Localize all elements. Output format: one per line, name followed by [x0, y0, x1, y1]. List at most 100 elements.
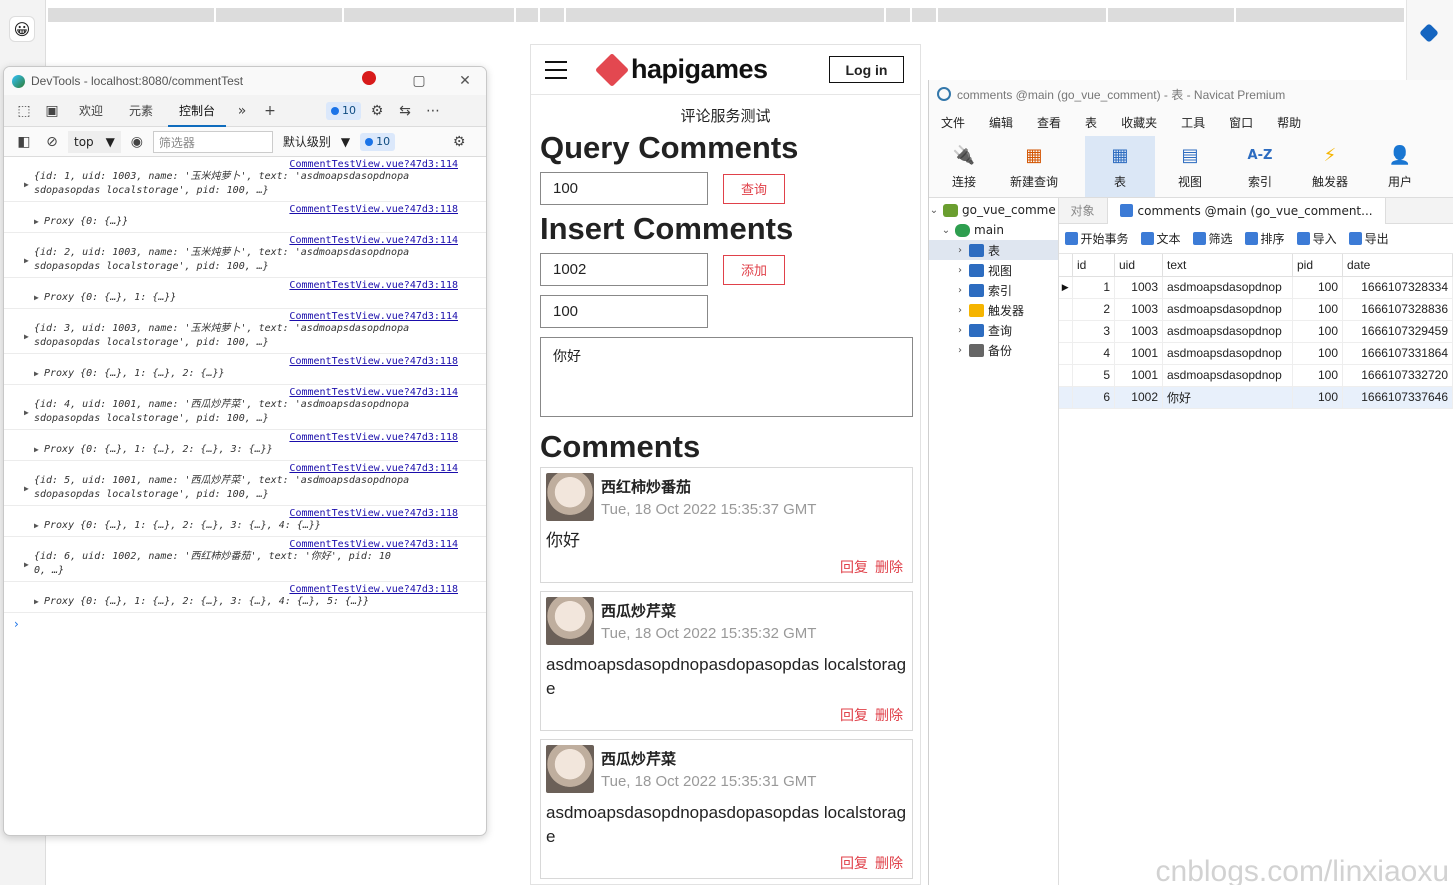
menu-item[interactable]: 文件: [929, 114, 977, 131]
log-message[interactable]: ▶ {id: 6, uid: 1002, name: '西红柿炒番茄', text…: [24, 550, 478, 578]
table-cell[interactable]: 1666107331864: [1342, 342, 1453, 365]
table-row[interactable]: 3 1003 asdmoapsdasopdnop 100 1666107329459: [1058, 320, 1453, 343]
menu-item[interactable]: 编辑: [977, 114, 1025, 131]
log-message[interactable]: ▶ Proxy {0: {…}, 1: {…}, 2: {…}, 3: {…}}: [34, 443, 478, 457]
table-cell[interactable]: asdmoapsdasopdnop: [1162, 342, 1293, 365]
column-header[interactable]: pid: [1292, 254, 1343, 277]
settings-gear-icon[interactable]: ⚙: [365, 99, 389, 123]
context-select[interactable]: top ▼: [68, 130, 121, 153]
expand-triangle-icon[interactable]: ▶: [24, 558, 29, 572]
add-button[interactable]: 添加: [723, 254, 785, 285]
table-cell[interactable]: 100: [1292, 298, 1343, 321]
table-cell[interactable]: 100: [1292, 364, 1343, 387]
uid-input[interactable]: 1002: [540, 253, 708, 286]
table-cell[interactable]: 1003: [1114, 320, 1163, 343]
log-source-link[interactable]: CommentTestView.vue?47d3:118: [44, 508, 478, 519]
log-source-link[interactable]: CommentTestView.vue?47d3:114: [34, 539, 478, 550]
log-source-link[interactable]: CommentTestView.vue?47d3:114: [34, 387, 478, 398]
reply-button[interactable]: 回复: [840, 856, 868, 872]
menu-item[interactable]: 查看: [1025, 114, 1073, 131]
tree-item[interactable]: › 备份: [929, 340, 1058, 360]
table-cell[interactable]: 1666107332720: [1342, 364, 1453, 387]
toolbar-new-query-button[interactable]: ▦ 新建查询: [999, 136, 1069, 197]
table-cell[interactable]: 3: [1072, 320, 1115, 343]
filter-input[interactable]: 筛选器: [152, 130, 273, 153]
log-level-select[interactable]: 默认级别 ▼: [277, 133, 356, 150]
action-export[interactable]: 导出: [1348, 230, 1389, 247]
more-tabs-icon[interactable]: »: [230, 99, 254, 123]
site-logo[interactable]: hapigames: [595, 52, 768, 87]
toolbar-view-button[interactable]: ▤ 视图: [1155, 136, 1225, 197]
tree-item[interactable]: › 索引: [929, 280, 1058, 300]
table-cell[interactable]: 1666107328334: [1342, 276, 1453, 299]
menu-item[interactable]: 窗口: [1217, 114, 1265, 131]
log-source-link[interactable]: CommentTestView.vue?47d3:118: [44, 356, 478, 367]
toolbar-table-button[interactable]: ▦ 表: [1085, 136, 1155, 197]
log-source-link[interactable]: CommentTestView.vue?47d3:118: [44, 432, 478, 443]
expand-triangle-icon[interactable]: ▶: [34, 291, 39, 305]
maximize-icon[interactable]: ▢: [404, 71, 434, 91]
table-cell[interactable]: 1003: [1114, 276, 1163, 299]
log-source-link[interactable]: CommentTestView.vue?47d3:114: [34, 311, 478, 322]
table-cell[interactable]: 6: [1072, 386, 1115, 409]
menu-item[interactable]: 收藏夹: [1109, 114, 1169, 131]
table-cell[interactable]: 1666107328836: [1342, 298, 1453, 321]
table-cell[interactable]: 4: [1072, 342, 1115, 365]
connect-icon[interactable]: ⇆: [393, 99, 417, 123]
table-cell[interactable]: asdmoapsdasopdnop: [1162, 364, 1293, 387]
clear-console-icon[interactable]: ⊘: [40, 130, 64, 154]
table-cell[interactable]: 1001: [1114, 342, 1163, 365]
log-message[interactable]: ▶ {id: 4, uid: 1001, name: '西瓜炒芹菜', text:…: [24, 398, 478, 426]
console-settings-icon[interactable]: ⚙: [447, 130, 471, 154]
log-source-link[interactable]: CommentTestView.vue?47d3:114: [34, 463, 478, 474]
expand-triangle-icon[interactable]: ▶: [24, 178, 29, 192]
log-message[interactable]: ▶ Proxy {0: {…}, 1: {…}, 2: {…}, 3: {…}, …: [34, 519, 478, 533]
table-row[interactable]: 2 1003 asdmoapsdasopdnop 100 1666107328836: [1058, 298, 1453, 321]
expand-triangle-icon[interactable]: ▶: [34, 443, 39, 457]
log-source-link[interactable]: CommentTestView.vue?47d3:114: [34, 159, 478, 170]
table-cell[interactable]: asdmoapsdasopdnop: [1162, 298, 1293, 321]
expand-triangle-icon[interactable]: ▶: [34, 595, 39, 609]
table-cell[interactable]: 1666107329459: [1342, 320, 1453, 343]
tree-item[interactable]: › 触发器: [929, 300, 1058, 320]
close-icon[interactable]: ✕: [450, 71, 480, 91]
table-cell[interactable]: 5: [1072, 364, 1115, 387]
login-button[interactable]: Log in: [829, 56, 904, 83]
table-cell[interactable]: 100: [1292, 342, 1343, 365]
action-sort[interactable]: 排序: [1244, 230, 1285, 247]
column-header[interactable]: uid: [1114, 254, 1163, 277]
expand-triangle-icon[interactable]: ▶: [34, 367, 39, 381]
expand-triangle-icon[interactable]: ▶: [34, 519, 39, 533]
issues-badge[interactable]: 10: [326, 101, 362, 120]
log-source-link[interactable]: CommentTestView.vue?47d3:114: [34, 235, 478, 246]
table-cell[interactable]: 你好: [1162, 386, 1293, 409]
action-text[interactable]: 文本: [1140, 230, 1181, 247]
tree-schema-main[interactable]: ⌄ main: [929, 220, 1058, 240]
tab-objects[interactable]: 对象: [1059, 198, 1107, 224]
log-message[interactable]: ▶ {id: 1, uid: 1003, name: '玉米炖萝卜', text:…: [24, 170, 478, 198]
comment-textarea[interactable]: 你好: [540, 337, 913, 417]
hamburger-menu-icon[interactable]: [545, 60, 567, 79]
delete-button[interactable]: 删除: [875, 708, 903, 724]
log-source-link[interactable]: CommentTestView.vue?47d3:118: [44, 280, 478, 291]
log-message[interactable]: ▶ {id: 3, uid: 1003, name: '玉米炖萝卜', text:…: [24, 322, 478, 350]
log-message[interactable]: ▶ {id: 5, uid: 1001, name: '西瓜炒芹菜', text:…: [24, 474, 478, 502]
add-tab-icon[interactable]: +: [258, 99, 282, 123]
eye-icon[interactable]: ◉: [125, 130, 149, 154]
menu-item[interactable]: 工具: [1169, 114, 1217, 131]
table-cell[interactable]: 1002: [1114, 386, 1163, 409]
log-message[interactable]: ▶ {id: 2, uid: 1003, name: '玉米炖萝卜', text:…: [24, 246, 478, 274]
table-cell[interactable]: 1666107337646: [1342, 386, 1453, 409]
table-cell[interactable]: 100: [1292, 276, 1343, 299]
menu-item[interactable]: 表: [1073, 114, 1109, 131]
reply-button[interactable]: 回复: [840, 708, 868, 724]
log-message[interactable]: ▶ Proxy {0: {…}, 1: {…}}: [34, 291, 478, 305]
tree-item[interactable]: › 查询: [929, 320, 1058, 340]
expand-triangle-icon[interactable]: ▶: [24, 482, 29, 496]
expand-triangle-icon[interactable]: ▶: [34, 215, 39, 229]
table-cell[interactable]: 2: [1072, 298, 1115, 321]
toolbar-trigger-button[interactable]: ⚡ 触发器: [1295, 136, 1365, 197]
tree-item[interactable]: › 视图: [929, 260, 1058, 280]
toolbar-connect-button[interactable]: 🔌 连接: [929, 136, 999, 197]
table-cell[interactable]: 1001: [1114, 364, 1163, 387]
